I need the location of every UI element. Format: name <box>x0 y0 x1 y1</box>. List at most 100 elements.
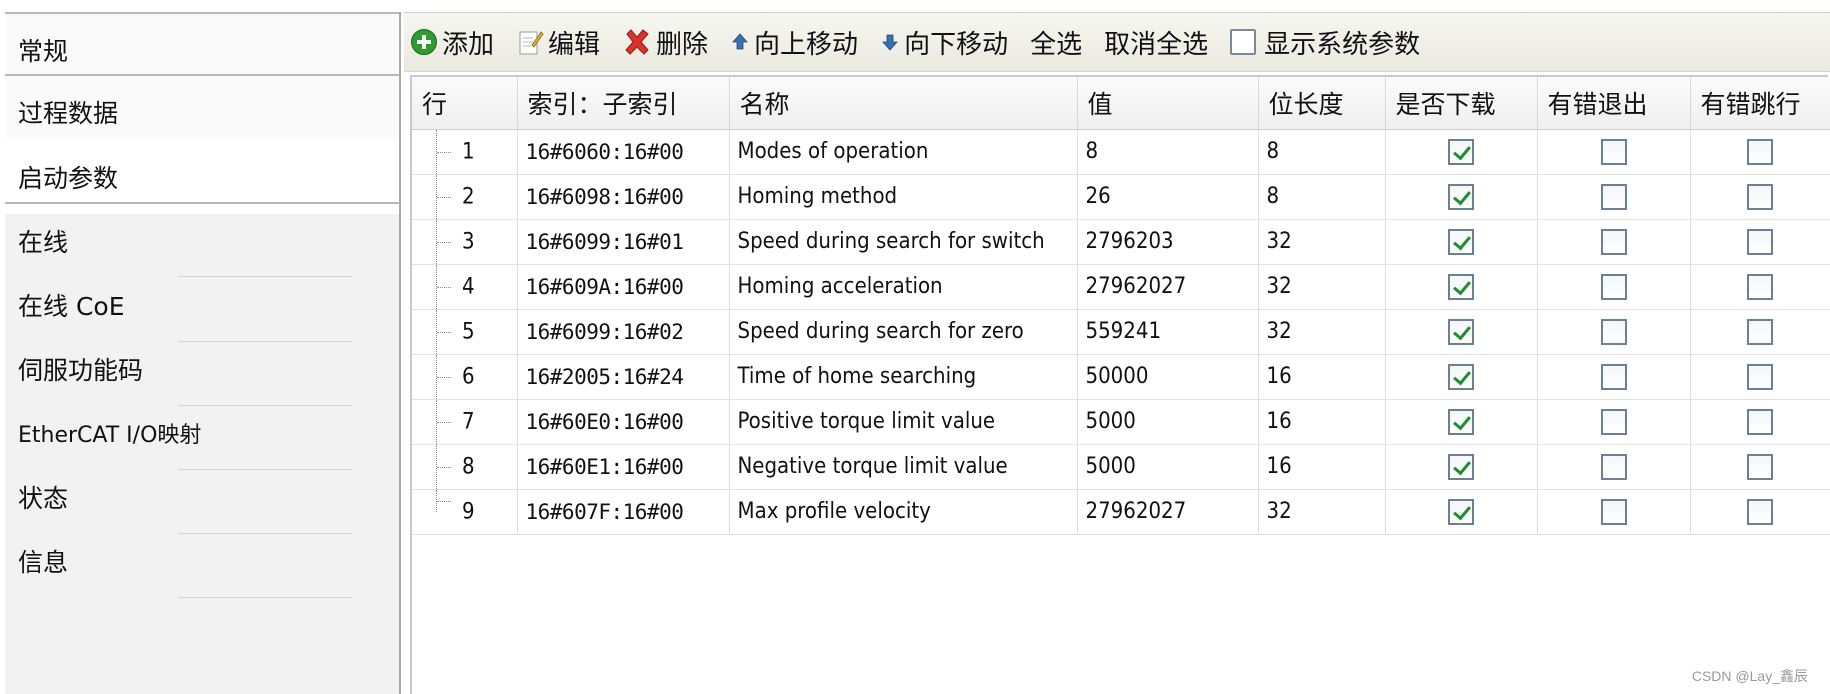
edit-icon <box>516 27 544 57</box>
show-system-params-toggle[interactable]: 显示系统参数 <box>1224 20 1426 64</box>
download-checkbox[interactable] <box>1448 318 1474 345</box>
exit-on-error-checkbox[interactable] <box>1600 408 1627 435</box>
skip-on-error-cell <box>1690 174 1830 220</box>
value-cell[interactable]: 2796203 <box>1077 219 1259 265</box>
value-cell[interactable]: 26 <box>1077 174 1259 220</box>
index-cell: 16#6099:16#01 <box>517 219 730 265</box>
table-row[interactable]: 3 16#6099:16#01 Speed during search for sw… <box>412 219 1830 265</box>
delete-x-icon <box>622 27 652 57</box>
download-cell <box>1385 444 1538 490</box>
download-checkbox[interactable] <box>1448 453 1474 480</box>
value-cell[interactable]: 8 <box>1077 129 1259 175</box>
value-cell[interactable]: 5000 <box>1077 444 1259 490</box>
sidebar-item-process-data[interactable]: 过程数据 <box>5 74 399 149</box>
sidebar-item-info[interactable]: 信息 <box>5 523 399 598</box>
value-cell[interactable]: 50000 <box>1077 354 1259 400</box>
exit-on-error-checkbox[interactable] <box>1600 453 1627 480</box>
download-cell <box>1385 129 1538 175</box>
exit-on-error-checkbox[interactable] <box>1600 318 1627 345</box>
value-cell[interactable]: 27962027 <box>1077 264 1259 310</box>
skip-on-error-checkbox[interactable] <box>1747 273 1773 300</box>
tree-connector <box>436 174 454 218</box>
download-checkbox[interactable] <box>1448 498 1474 525</box>
exit-on-error-checkbox[interactable] <box>1600 183 1627 210</box>
skip-on-error-checkbox[interactable] <box>1747 318 1773 345</box>
select-all-label: 全选 <box>1030 29 1083 60</box>
table-row[interactable]: 2 16#6098:16#00 Homing method 26 8 <box>412 174 1830 220</box>
table-header-row: 行 索引：子索引 名称 值 位长度 是否下载 有错退出 有错跳行 <box>412 77 1830 130</box>
column-header-name[interactable]: 名称 <box>729 77 1078 130</box>
column-header-download[interactable]: 是否下载 <box>1385 77 1538 130</box>
add-button[interactable]: 添加 <box>404 20 500 64</box>
row-number-cell: 1 <box>412 129 518 175</box>
table-row[interactable]: 6 16#2005:16#24 Time of home searching 5000… <box>412 354 1830 400</box>
skip-on-error-cell <box>1690 219 1830 265</box>
move-up-label: 向上移动 <box>754 29 859 60</box>
move-down-label: 向下移动 <box>904 29 1009 60</box>
value-cell[interactable]: 559241 <box>1077 309 1259 355</box>
index-cell: 16#60E1:16#00 <box>517 444 730 490</box>
delete-button[interactable]: 删除 <box>616 20 714 64</box>
value-cell[interactable]: 27962027 <box>1077 489 1259 535</box>
download-cell <box>1385 354 1538 400</box>
download-checkbox[interactable] <box>1448 228 1474 255</box>
download-checkbox[interactable] <box>1448 363 1474 390</box>
table-row[interactable]: 1 16#6060:16#00 Modes of operation 8 8 <box>412 129 1830 175</box>
exit-on-error-cell <box>1537 399 1691 445</box>
skip-on-error-checkbox[interactable] <box>1747 498 1773 525</box>
skip-on-error-checkbox[interactable] <box>1747 363 1773 390</box>
skip-on-error-checkbox[interactable] <box>1747 183 1773 210</box>
exit-on-error-cell <box>1537 354 1691 400</box>
name-cell: Time of home searching <box>729 354 1078 400</box>
table-row[interactable]: 9 16#607F:16#00 Max profile velocity 279620… <box>412 489 1830 535</box>
exit-on-error-checkbox[interactable] <box>1600 228 1627 255</box>
row-number-cell: 2 <box>412 174 518 220</box>
download-cell <box>1385 219 1538 265</box>
download-checkbox[interactable] <box>1448 408 1474 435</box>
table-row[interactable]: 4 16#609A:16#00 Homing acceleration 2796202… <box>412 264 1830 310</box>
deselect-all-button[interactable]: 取消全选 <box>1098 20 1214 64</box>
sidebar-item-label: 在线 <box>18 227 69 257</box>
row-number: 9 <box>462 499 475 524</box>
column-header-index[interactable]: 索引：子索引 <box>517 77 730 130</box>
exit-on-error-checkbox[interactable] <box>1600 363 1627 390</box>
select-all-button[interactable]: 全选 <box>1024 20 1088 64</box>
sidebar-item-online[interactable]: 在线 <box>5 202 399 277</box>
edit-button[interactable]: 编辑 <box>510 20 606 64</box>
show-system-params-checkbox[interactable] <box>1230 29 1257 55</box>
bit-length-cell: 32 <box>1258 219 1386 265</box>
table-row[interactable]: 8 16#60E1:16#00 Negative torque limit valu… <box>412 444 1830 490</box>
skip-on-error-checkbox[interactable] <box>1747 453 1773 480</box>
download-checkbox[interactable] <box>1448 273 1474 300</box>
name-cell: Speed during search for zero <box>729 309 1078 355</box>
divider <box>178 597 352 598</box>
name-cell: Positive torque limit value <box>729 399 1078 445</box>
skip-on-error-checkbox[interactable] <box>1747 138 1773 165</box>
table-row[interactable]: 5 16#6099:16#02 Speed during search for ze… <box>412 309 1830 355</box>
exit-on-error-checkbox[interactable] <box>1600 273 1627 300</box>
column-header-value[interactable]: 值 <box>1077 77 1259 130</box>
column-header-exit-on-error[interactable]: 有错退出 <box>1537 77 1691 130</box>
row-number: 2 <box>462 184 475 209</box>
exit-on-error-checkbox[interactable] <box>1600 498 1627 525</box>
value-cell[interactable]: 5000 <box>1077 399 1259 445</box>
exit-on-error-checkbox[interactable] <box>1600 138 1627 165</box>
column-header-bit-length[interactable]: 位长度 <box>1258 77 1386 130</box>
skip-on-error-checkbox[interactable] <box>1747 228 1773 255</box>
download-cell <box>1385 309 1538 355</box>
download-checkbox[interactable] <box>1448 138 1474 165</box>
table-row[interactable]: 7 16#60E0:16#00 Positive torque limit valu… <box>412 399 1830 445</box>
row-number-cell: 4 <box>412 264 518 310</box>
move-up-button[interactable]: 向上移动 <box>724 20 864 64</box>
name-cell: Homing method <box>729 174 1078 220</box>
move-down-button[interactable]: 向下移动 <box>874 20 1014 64</box>
download-checkbox[interactable] <box>1448 183 1474 210</box>
tree-connector <box>436 219 454 263</box>
exit-on-error-cell <box>1537 129 1691 175</box>
skip-on-error-checkbox[interactable] <box>1747 408 1773 435</box>
column-header-row[interactable]: 行 <box>412 77 518 130</box>
index-cell: 16#6060:16#00 <box>517 129 730 175</box>
column-header-skip-on-error[interactable]: 有错跳行 <box>1690 77 1830 130</box>
sidebar-item-label: EtherCAT I/O映射 <box>18 422 202 448</box>
row-number: 4 <box>462 274 475 299</box>
